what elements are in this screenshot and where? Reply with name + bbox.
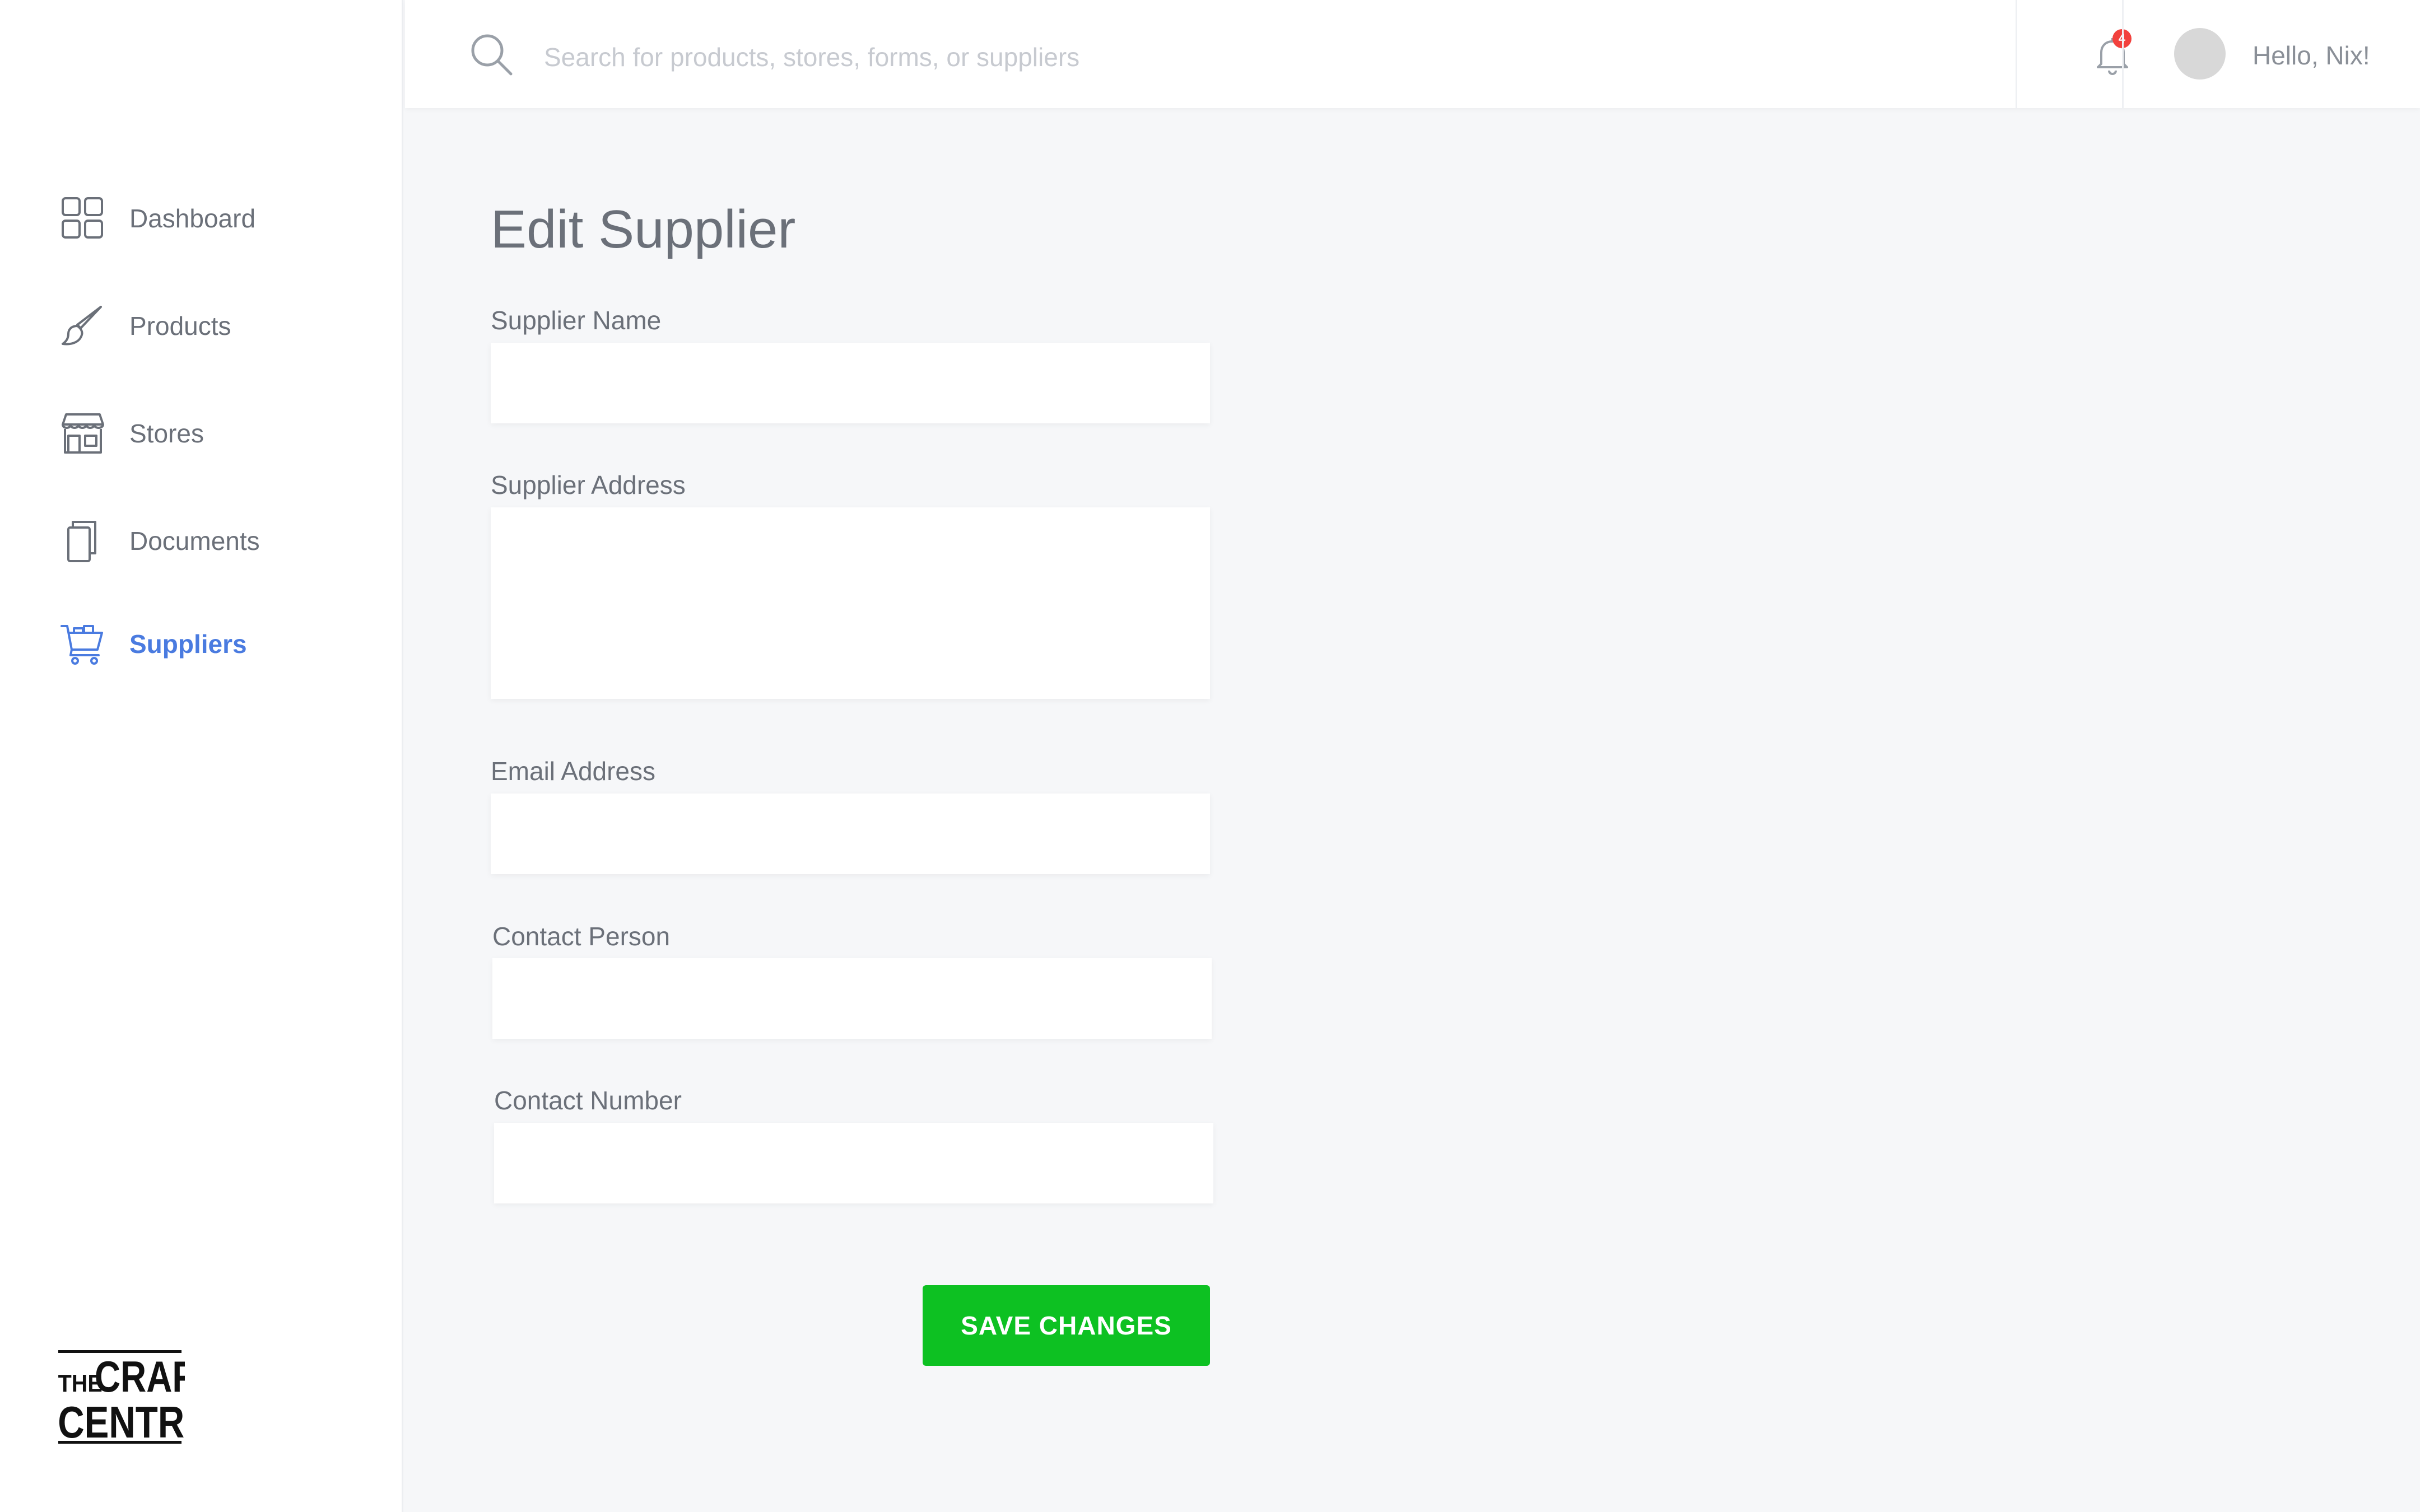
svg-text:CRAFT: CRAFT [95, 1352, 185, 1401]
user-greeting[interactable]: Hello, Nix! [2253, 40, 2370, 71]
sidebar-item-label: Documents [129, 526, 260, 556]
bell-icon [2090, 38, 2135, 80]
avatar[interactable] [2174, 28, 2226, 80]
storefront-icon [61, 411, 105, 456]
header-divider [2122, 0, 2124, 108]
the-craft-central-logo: THE CRAFT CENTRAL [56, 1347, 234, 1448]
dashboard-grid-icon [61, 196, 105, 241]
sidebar-item-documents[interactable]: Documents [61, 516, 260, 566]
paintbrush-icon [61, 304, 105, 348]
search-icon[interactable] [469, 32, 514, 77]
email-address-field[interactable] [491, 794, 1210, 874]
sidebar-item-stores[interactable]: Stores [61, 408, 204, 459]
svg-text:CENTRAL: CENTRAL [58, 1397, 185, 1448]
supplier-name-field[interactable] [491, 343, 1210, 423]
sidebar-item-label: Stores [129, 419, 204, 448]
sidebar-item-products[interactable]: Products [61, 301, 231, 351]
contact-number-field[interactable] [494, 1123, 1213, 1203]
sidebar: Dashboard Products Stores Documents Supp… [0, 0, 403, 1512]
notifications-button[interactable]: 4 [2090, 29, 2135, 80]
sidebar-item-dashboard[interactable]: Dashboard [61, 193, 255, 244]
supplier-address-field[interactable] [491, 507, 1210, 699]
sidebar-item-label: Dashboard [129, 204, 256, 233]
documents-icon [61, 519, 105, 563]
search-input[interactable] [544, 35, 1496, 80]
supplier-name-label: Supplier Name [491, 306, 662, 335]
header-divider [2016, 0, 2017, 108]
contact-person-field[interactable] [492, 958, 1212, 1039]
save-changes-button[interactable]: SAVE CHANGES [923, 1285, 1210, 1366]
sidebar-item-label: Suppliers [129, 629, 247, 659]
contact-number-label: Contact Number [494, 1086, 682, 1115]
sidebar-item-suppliers[interactable]: Suppliers [61, 619, 247, 669]
email-address-label: Email Address [491, 757, 656, 786]
shopping-cart-icon [61, 622, 105, 666]
page-title: Edit Supplier [491, 199, 796, 259]
supplier-address-label: Supplier Address [491, 470, 686, 500]
contact-person-label: Contact Person [492, 922, 671, 951]
top-bar: 4 Hello, Nix! [405, 0, 2420, 108]
sidebar-item-label: Products [129, 311, 231, 340]
